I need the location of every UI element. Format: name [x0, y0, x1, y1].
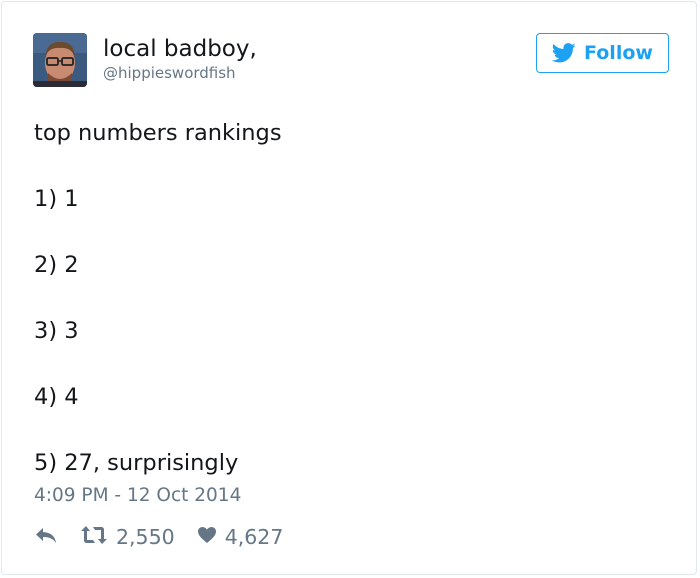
- retweet-icon: [80, 525, 108, 549]
- tweet-timestamp[interactable]: 4:09 PM - 12 Oct 2014: [34, 485, 241, 507]
- ranking-item-3: 3) 3: [34, 318, 79, 344]
- retweet-count: 2,550: [116, 525, 175, 549]
- ranking-item-2: 2) 2: [34, 252, 79, 278]
- user-handle[interactable]: @hippieswordfish: [103, 64, 236, 82]
- heart-icon: [197, 526, 217, 548]
- ranking-item-1: 1) 1: [34, 186, 79, 212]
- like-button[interactable]: 4,627: [197, 525, 284, 549]
- follow-button[interactable]: Follow: [536, 33, 669, 73]
- ranking-item-4: 4) 4: [34, 384, 79, 410]
- twitter-bird-icon: [552, 43, 576, 63]
- tweet-actions: 2,550 4,627: [34, 522, 283, 552]
- like-count: 4,627: [224, 525, 284, 549]
- avatar[interactable]: [33, 33, 87, 87]
- tweet-text: top numbers rankings: [34, 120, 282, 146]
- retweet-button[interactable]: 2,550: [80, 525, 175, 549]
- reply-icon: [34, 525, 58, 549]
- reply-button[interactable]: [34, 525, 60, 549]
- ranking-item-5: 5) 27, surprisingly: [34, 450, 239, 476]
- follow-label: Follow: [584, 42, 653, 64]
- tweet-card: local badboy, @hippieswordfish Follow to…: [1, 1, 697, 575]
- display-name[interactable]: local badboy,: [103, 36, 257, 62]
